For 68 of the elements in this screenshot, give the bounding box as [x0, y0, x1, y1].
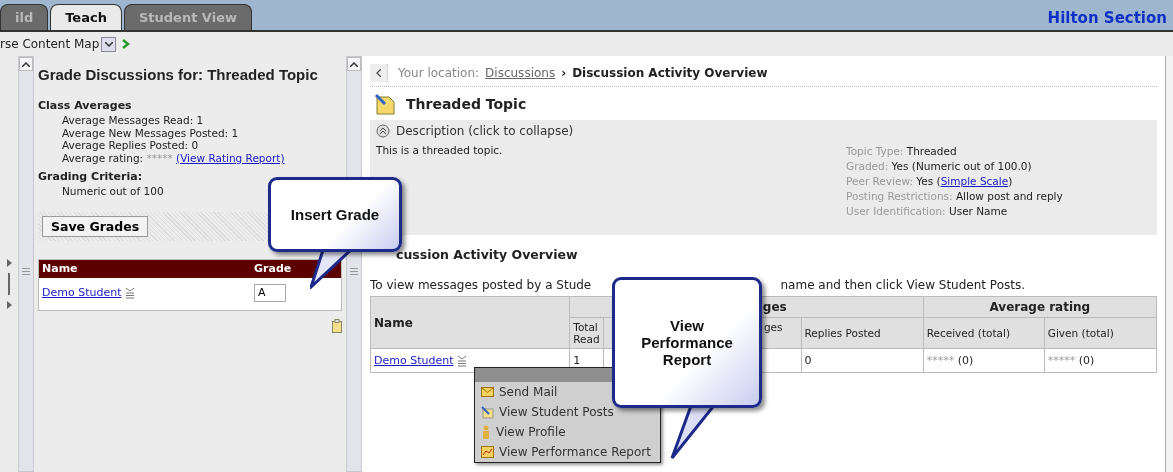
column-header: Name	[42, 262, 79, 275]
callout: Insert Grade	[268, 177, 402, 252]
save-grades-button[interactable]: Save Grades	[42, 215, 149, 237]
column-header: Received (total)	[923, 317, 1045, 349]
topic-property: Peer Review: Yes (Simple Scale)	[846, 174, 1014, 189]
column-header: Grade	[254, 262, 293, 275]
grip-icon[interactable]	[350, 267, 358, 275]
topic-property: User Identification: User Name	[846, 204, 1009, 219]
breadcrumb-current: Discussion Activity Overview	[572, 65, 768, 80]
table-cell: 0	[801, 348, 924, 373]
expand-arrow-icon[interactable]	[6, 301, 12, 309]
instruction-text: To view messages posted by a Stude	[370, 278, 592, 292]
rating-report-link[interactable]: (View Rating Report)	[176, 151, 285, 164]
tab[interactable]: Teach	[50, 4, 122, 30]
expand-arrow-icon[interactable]	[6, 259, 12, 267]
divider-line-icon	[8, 273, 10, 295]
dropdown-button[interactable]	[101, 36, 117, 52]
menu-item[interactable]: View Profile	[475, 422, 572, 442]
description-toggle[interactable]: Description (click to collapse)	[376, 124, 1151, 138]
description-text: This is a threaded topic.	[376, 144, 504, 158]
column-header: Replies Posted	[801, 317, 924, 349]
topic-property: Topic Type: Threaded	[846, 144, 958, 159]
panel-title: Grade Discussions for: Threaded Topic	[38, 66, 319, 83]
caret-down-icon	[104, 41, 113, 47]
section-heading: Grading Criteria:	[38, 170, 144, 183]
table-cell: ***** (0)	[923, 348, 1045, 373]
scroll-up-button[interactable]	[347, 57, 361, 71]
scrollbar[interactable]	[1165, 56, 1173, 472]
chart-icon	[481, 446, 494, 458]
callout: View Performance Report	[612, 277, 762, 408]
scroll-up-button[interactable]	[19, 57, 33, 71]
table-cell: ***** (0)	[1044, 348, 1157, 373]
criteria-text: Numeric out of 100	[61, 185, 165, 198]
topic-property: Graded: Yes (Numeric out of 100.0)	[846, 159, 1033, 174]
grade-field[interactable]: A	[254, 283, 286, 302]
average-rating-text: Average rating: ***** (View Rating Report)	[61, 151, 286, 164]
column-header: Given (total)	[1044, 317, 1157, 349]
caret-up-icon	[350, 61, 358, 67]
envelope-icon	[481, 387, 494, 397]
caret-left-icon	[376, 68, 381, 77]
breadcrumb-separator: ›	[561, 65, 567, 80]
column-group-header: Average rating	[923, 296, 1157, 318]
topic-property: Posting Restrictions: Allow post and reply	[846, 189, 1063, 204]
menu-item[interactable]: View Performance Report	[475, 442, 657, 462]
section-heading: Class Averages	[38, 99, 133, 112]
person-icon	[481, 425, 491, 439]
average-text: Average Messages Read: 1	[61, 114, 205, 127]
scrollbar[interactable]	[18, 56, 34, 472]
breadcrumb-label: Your location:	[398, 65, 480, 80]
average-text: Average Replies Posted: 0	[61, 139, 200, 152]
menu-item[interactable]: Send Mail	[475, 382, 564, 402]
collapse-icon	[376, 124, 390, 138]
column-header: Name	[370, 296, 570, 349]
menu-icon[interactable]	[457, 354, 468, 367]
back-button[interactable]	[370, 63, 388, 82]
course-map-select[interactable]: rse Content Map	[0, 37, 100, 51]
clipboard-icon[interactable]	[332, 318, 342, 333]
caret-up-icon	[22, 61, 30, 67]
breadcrumb-link[interactable]: Discussions	[485, 65, 556, 80]
topic-icon	[374, 93, 396, 115]
section-title: Hilton Section	[1047, 9, 1168, 27]
average-text: Average New Messages Posted: 1	[61, 126, 240, 139]
student-link[interactable]: Demo Student	[42, 286, 122, 299]
instruction-text: name and then click View Student Posts.	[780, 278, 1025, 292]
grip-icon[interactable]	[22, 267, 30, 275]
topic-title: Threaded Topic	[406, 96, 527, 112]
scale-link[interactable]: Simple Scale	[940, 175, 1009, 187]
menu-icon[interactable]	[125, 286, 136, 299]
